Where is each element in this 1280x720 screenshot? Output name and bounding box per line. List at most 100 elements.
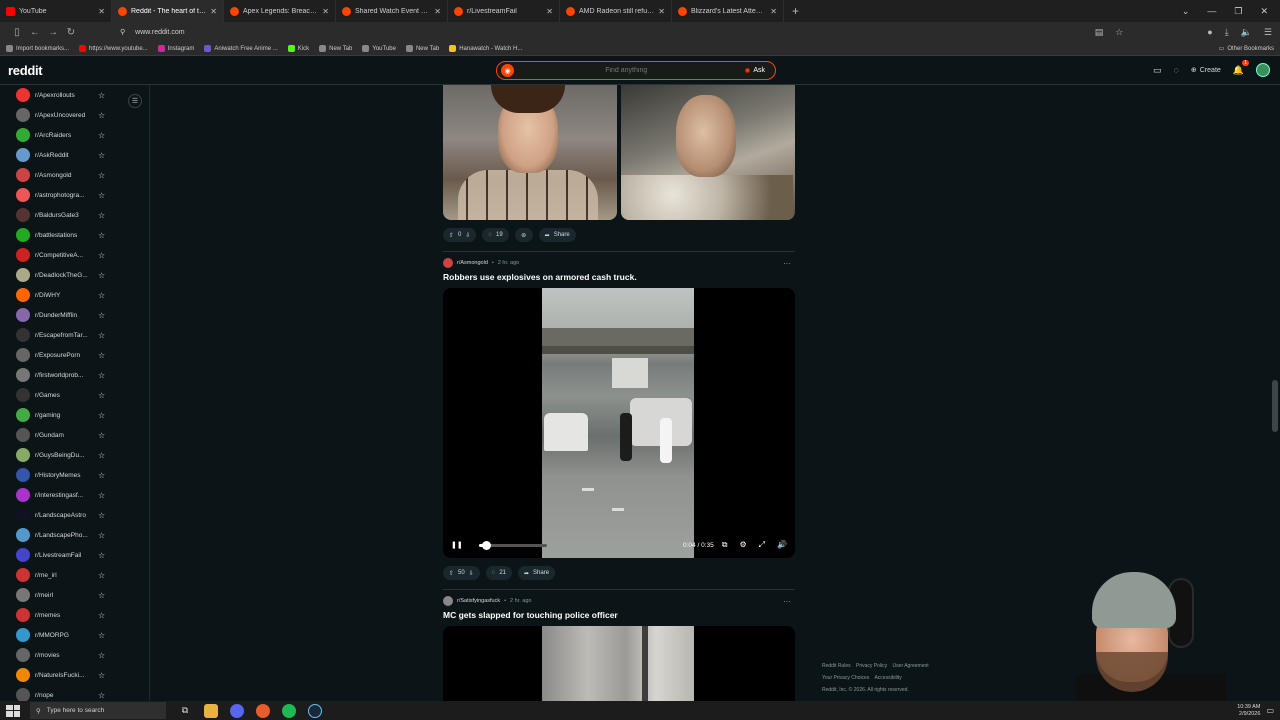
- bookmark-item[interactable]: https://www.youtube...: [79, 45, 148, 52]
- sidebar-item-subreddit[interactable]: r/ApexUncovered ☆: [0, 105, 149, 125]
- sidebar-item-subreddit[interactable]: r/CompetitiveA... ☆: [0, 245, 149, 265]
- fullscreen-icon[interactable]: ⤢: [759, 540, 765, 550]
- notification-icon[interactable]: 🔔 1: [1233, 59, 1249, 76]
- more-options-icon[interactable]: ···: [783, 259, 791, 268]
- share-button[interactable]: ➦ Share: [538, 228, 576, 242]
- close-tab-icon[interactable]: ✕: [434, 7, 441, 16]
- advertise-icon[interactable]: ▭: [1153, 65, 1162, 76]
- spotify-icon[interactable]: [282, 703, 296, 718]
- browser-tab[interactable]: Reddit - The heart of the internet✕: [112, 0, 224, 22]
- favorite-star-icon[interactable]: ☆: [98, 351, 105, 360]
- settings-icon[interactable]: ⚙: [739, 540, 746, 550]
- collapse-sidebar-button[interactable]: ☰: [128, 94, 142, 108]
- bookmark-item[interactable]: Aniwatch Free Anime ...: [204, 45, 278, 52]
- vote-control[interactable]: ⇧ 0 ⇩: [443, 228, 477, 242]
- maximize-icon[interactable]: ❐: [1234, 6, 1242, 17]
- reader-icon[interactable]: ▤: [1095, 27, 1104, 38]
- bookmark-item[interactable]: Kick: [287, 45, 309, 52]
- post-subreddit[interactable]: r/Satisfyingasfuck: [457, 598, 500, 604]
- favorite-star-icon[interactable]: ☆: [98, 291, 105, 300]
- sidebar-item-subreddit[interactable]: r/LandscapePho... ☆: [0, 525, 149, 545]
- windows-start-icon[interactable]: [6, 704, 20, 717]
- favorite-star-icon[interactable]: ☆: [98, 331, 105, 340]
- sidebar-item-subreddit[interactable]: r/nope ☆: [0, 685, 149, 701]
- favorite-star-icon[interactable]: ☆: [98, 111, 105, 120]
- sidebar-item-subreddit[interactable]: r/Games ☆: [0, 385, 149, 405]
- favorite-star-icon[interactable]: ☆: [98, 691, 105, 700]
- reload-icon[interactable]: ↻: [62, 27, 80, 38]
- close-tab-icon[interactable]: ✕: [770, 7, 777, 16]
- favorite-star-icon[interactable]: ☆: [98, 371, 105, 380]
- favorite-star-icon[interactable]: ☆: [98, 431, 105, 440]
- video-player[interactable]: ❚❚ 0:04 / 0:35 ⧉ ⚙ ⤢ 🔊: [443, 288, 795, 558]
- task-view-icon[interactable]: ⧉: [178, 704, 192, 718]
- footer-link[interactable]: Accessibility: [874, 675, 901, 681]
- post-title[interactable]: MC gets slapped for touching police offi…: [443, 610, 795, 622]
- volume-icon[interactable]: 🔊: [777, 540, 787, 550]
- file-explorer-icon[interactable]: [204, 703, 218, 718]
- sidebar-item-subreddit[interactable]: r/GuysBeingDu... ☆: [0, 445, 149, 465]
- favorite-star-icon[interactable]: ☆: [98, 631, 105, 640]
- video-seek-bar[interactable]: [478, 540, 547, 550]
- sidebar-item-subreddit[interactable]: r/memes ☆: [0, 605, 149, 625]
- subreddit-icon[interactable]: [443, 258, 453, 268]
- other-bookmarks[interactable]: ▭ Other Bookmarks: [1219, 45, 1274, 53]
- bookmark-item[interactable]: New Tab: [405, 45, 439, 52]
- menu-icon[interactable]: ☰: [1264, 27, 1272, 38]
- favorite-star-icon[interactable]: ☆: [98, 211, 105, 220]
- vote-control[interactable]: ⇧ 50 ⇩: [443, 566, 480, 580]
- tab-list-icon[interactable]: ⌄: [1182, 6, 1190, 17]
- close-tab-icon[interactable]: ✕: [658, 7, 665, 16]
- sidebar-item-subreddit[interactable]: r/ExposurePorn ☆: [0, 345, 149, 365]
- post-image[interactable]: [621, 85, 795, 220]
- more-options-icon[interactable]: ···: [783, 597, 791, 606]
- audio-icon[interactable]: 🔈: [1241, 27, 1252, 38]
- search-bar[interactable]: ◉ ✺Ask: [496, 61, 776, 80]
- url-field[interactable]: ⚲ www.reddit.com: [120, 28, 1095, 37]
- favorite-star-icon[interactable]: ☆: [98, 191, 105, 200]
- bookmark-item[interactable]: Import bookmarks...: [6, 45, 69, 52]
- scrollbar-thumb[interactable]: [1272, 380, 1278, 432]
- steam-icon[interactable]: [308, 703, 322, 718]
- sidebar-item-subreddit[interactable]: r/DunderMifflin ☆: [0, 305, 149, 325]
- sidebar-item-subreddit[interactable]: r/HistoryMemes ☆: [0, 465, 149, 485]
- favorite-star-icon[interactable]: ☆: [98, 571, 105, 580]
- award-button[interactable]: ⊚: [514, 228, 533, 242]
- sidebar-item-subreddit[interactable]: r/meirl ☆: [0, 585, 149, 605]
- taskbar-clock[interactable]: 10:39 AM 2/9/2026: [1237, 704, 1260, 718]
- sidebar-item-subreddit[interactable]: r/me_irl ☆: [0, 565, 149, 585]
- user-avatar[interactable]: [1256, 63, 1270, 77]
- favorite-star-icon[interactable]: ☆: [98, 411, 105, 420]
- browser-tab[interactable]: r/LivestreamFail ✕: [448, 0, 560, 22]
- sidebar-item-subreddit[interactable]: r/NatureIsFucki... ☆: [0, 665, 149, 685]
- sidebar-item-subreddit[interactable]: r/astrophotogra... ☆: [0, 185, 149, 205]
- footer-link[interactable]: Privacy Policy: [856, 663, 887, 669]
- close-window-icon[interactable]: ✕: [1260, 6, 1268, 17]
- sidebar-item-subreddit[interactable]: r/ArcRaiders ☆: [0, 125, 149, 145]
- browser-tab[interactable]: Shared Watch Event Begins Tomorrow ✕: [336, 0, 448, 22]
- favorite-star-icon[interactable]: ☆: [98, 271, 105, 280]
- bookmark-item[interactable]: YouTube: [362, 45, 396, 52]
- back-icon[interactable]: ←: [26, 27, 44, 38]
- discord-icon[interactable]: [230, 703, 244, 718]
- sidebar-item-subreddit[interactable]: r/Apexrollouts ☆: [0, 85, 149, 105]
- footer-link[interactable]: Reddit Rules: [822, 663, 851, 669]
- sidebar-item-subreddit[interactable]: r/DiWHY ☆: [0, 285, 149, 305]
- favorite-star-icon[interactable]: ☆: [98, 451, 105, 460]
- sidebar-item-subreddit[interactable]: r/interestingasf... ☆: [0, 485, 149, 505]
- favorite-star-icon[interactable]: ☆: [98, 671, 105, 680]
- browser-tab[interactable]: Apex Legends: Breach Patch Notes ✕: [224, 0, 336, 22]
- bookmark-item[interactable]: New Tab: [319, 45, 352, 52]
- favorite-star-icon[interactable]: ☆: [98, 531, 105, 540]
- sidebar-item-subreddit[interactable]: r/Gundam ☆: [0, 425, 149, 445]
- ask-button[interactable]: ✺ Ask: [738, 67, 771, 75]
- favorite-star-icon[interactable]: ☆: [98, 151, 105, 160]
- browser-tab[interactable]: YouTube ✕: [0, 0, 112, 22]
- sidebar-item-subreddit[interactable]: r/LandscapeAstro ☆: [0, 505, 149, 525]
- favorite-star-icon[interactable]: ☆: [98, 491, 105, 500]
- share-button[interactable]: ➦ Share: [518, 566, 556, 580]
- browser-tab[interactable]: AMD Radeon still refuses to die✕: [560, 0, 672, 22]
- sidebar-item-subreddit[interactable]: r/AskReddit ☆: [0, 145, 149, 165]
- extension-icon[interactable]: ●: [1207, 27, 1212, 38]
- create-button[interactable]: ⊕ Create: [1191, 66, 1221, 75]
